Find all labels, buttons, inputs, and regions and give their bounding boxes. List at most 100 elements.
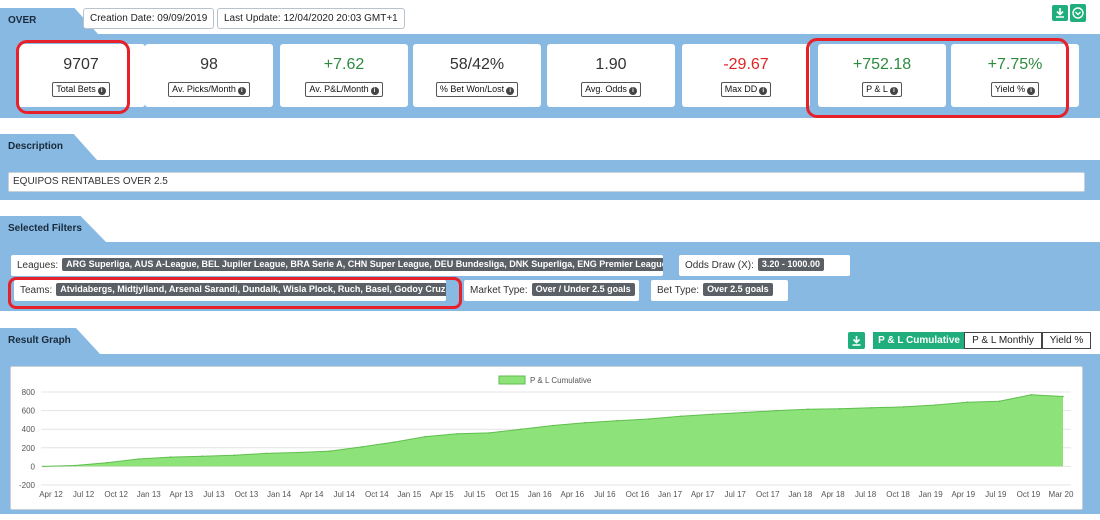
info-icon[interactable]: i <box>759 87 768 95</box>
data-point <box>743 411 746 414</box>
x-tick-label: Apr 12 <box>39 490 63 499</box>
info-icon[interactable]: i <box>237 87 246 95</box>
market-type-label: Market Type: <box>470 285 528 296</box>
stat-value: -29.67 <box>723 56 769 73</box>
x-tick-label: Jul 18 <box>855 490 877 499</box>
x-tick-label: Oct 16 <box>626 490 650 499</box>
y-tick-label: 400 <box>22 425 36 434</box>
download-button[interactable] <box>1052 5 1068 21</box>
stat-value: 98 <box>200 56 218 73</box>
stat-label-text: Av. P&L/Month <box>309 84 369 94</box>
legend-swatch <box>498 375 526 385</box>
x-tick-label: Jul 19 <box>985 490 1007 499</box>
data-point <box>488 432 491 434</box>
x-tick-label: Apr 13 <box>170 490 194 499</box>
x-tick-label: Jan 17 <box>658 490 683 499</box>
leagues-filter: Leagues: ARG Superliga, AUS A-League, BEL… <box>11 255 663 276</box>
last-update: Last Update: 12/04/2020 20:03 GMT+1 <box>217 8 405 29</box>
stat-label: Avg. Odds i <box>581 82 641 97</box>
settings-dropdown-icon <box>1072 7 1084 19</box>
y-tick-label: 200 <box>22 444 36 453</box>
data-point <box>1030 394 1032 396</box>
data-point <box>361 446 363 448</box>
y-tick-label: -200 <box>19 481 36 490</box>
x-tick-label: Oct 15 <box>495 490 519 499</box>
data-point <box>998 400 1001 403</box>
stat-label-text: Av. Picks/Month <box>172 84 236 94</box>
info-icon[interactable]: i <box>370 87 379 95</box>
data-point <box>1062 395 1064 398</box>
result-graph-tab: Result Graph <box>0 328 100 354</box>
odds-draw-filter: Odds Draw (X): 3.20 - 1000.00 <box>679 255 850 276</box>
x-tick-label: Apr 15 <box>430 490 454 499</box>
x-tick-label: Oct 14 <box>365 490 389 499</box>
data-point <box>552 424 554 427</box>
highlight-pnl-yield <box>806 38 1069 118</box>
data-point <box>679 415 682 417</box>
data-point <box>616 420 618 422</box>
stat-card-5: -29.67 Max DD i <box>682 44 810 107</box>
tab-pnl-monthly[interactable]: P & L Monthly <box>964 332 1042 349</box>
pnl-chart: -200 0 200 400 600 800 Apr 12 Jul 12 Oct 12 Jan 1… <box>19 375 1074 499</box>
data-point <box>934 404 937 406</box>
y-tick-label: 0 <box>31 462 36 471</box>
y-tick-label: 600 <box>22 407 36 416</box>
data-point <box>329 450 331 452</box>
data-point <box>424 435 427 438</box>
data-point <box>392 441 395 443</box>
legend-label: P & L Cumulative <box>530 376 592 385</box>
data-point <box>647 418 650 420</box>
stat-label: % Bet Won/Lost i <box>435 82 519 97</box>
data-point <box>871 407 873 409</box>
stat-value: 1.90 <box>595 56 627 73</box>
x-tick-label: Apr 16 <box>561 490 585 499</box>
x-tick-label: Mar 20 <box>1049 490 1074 499</box>
data-point <box>42 465 44 468</box>
graph-download-button[interactable] <box>848 332 865 349</box>
stat-card-2: +7.62 Av. P&L/Month i <box>280 44 408 107</box>
data-point <box>233 454 236 456</box>
bet-type-value: Over 2.5 goals <box>703 283 773 296</box>
info-icon[interactable]: i <box>506 87 515 95</box>
stat-label-text: % Bet Won/Lost <box>439 84 505 94</box>
stat-card-3: 58/42% % Bet Won/Lost i <box>413 44 541 107</box>
data-point <box>775 409 777 412</box>
stat-card-4: 1.90 Avg. Odds i <box>547 44 675 107</box>
data-point <box>839 407 841 410</box>
creation-date: Creation Date: 09/09/2019 <box>83 8 215 29</box>
stat-card-1: 98 Av. Picks/Month i <box>145 44 273 107</box>
bet-type-filter: Bet Type: Over 2.5 goals <box>651 280 788 301</box>
tab-pnl-cumulative[interactable]: P & L Cumulative <box>873 332 965 349</box>
chart-panel: -200 0 200 400 600 800 Apr 12 Jul 12 Oct 12 Jan 1… <box>10 366 1083 510</box>
leagues-value: ARG Superliga, AUS A-League, BEL Jupiler… <box>62 258 663 271</box>
data-point <box>456 433 459 435</box>
data-point <box>902 406 905 408</box>
download-icon <box>852 336 861 346</box>
stat-label: Av. P&L/Month i <box>305 82 383 97</box>
x-tick-label: Jan 19 <box>919 490 944 499</box>
settings-dropdown-button[interactable] <box>1070 4 1086 22</box>
data-point <box>966 401 969 403</box>
x-tick-label: Apr 14 <box>300 490 324 499</box>
description-tab: Description <box>0 134 97 160</box>
y-tick-label: 800 <box>22 388 36 397</box>
stat-label-text: Max DD <box>724 84 758 94</box>
data-point <box>807 408 809 410</box>
x-tick-label: Jan 13 <box>137 490 162 499</box>
description-text: EQUIPOS RENTABLES OVER 2.5 <box>13 176 168 187</box>
data-point <box>584 421 586 424</box>
x-tick-label: Jul 16 <box>594 490 616 499</box>
tab-yield[interactable]: Yield % <box>1042 332 1091 349</box>
x-tick-label: Oct 13 <box>235 490 259 499</box>
x-tick-label: Jul 12 <box>73 490 95 499</box>
info-icon[interactable]: i <box>628 87 637 95</box>
x-tick-label: Oct 19 <box>1017 490 1041 499</box>
data-point <box>265 452 267 455</box>
x-tick-label: Jan 15 <box>397 490 422 499</box>
odds-draw-label: Odds Draw (X): <box>685 260 754 271</box>
stat-value: 58/42% <box>449 56 505 73</box>
x-tick-label: Oct 17 <box>756 490 780 499</box>
stat-label: Av. Picks/Month i <box>168 82 250 97</box>
data-point <box>106 461 108 464</box>
data-point <box>520 428 522 430</box>
